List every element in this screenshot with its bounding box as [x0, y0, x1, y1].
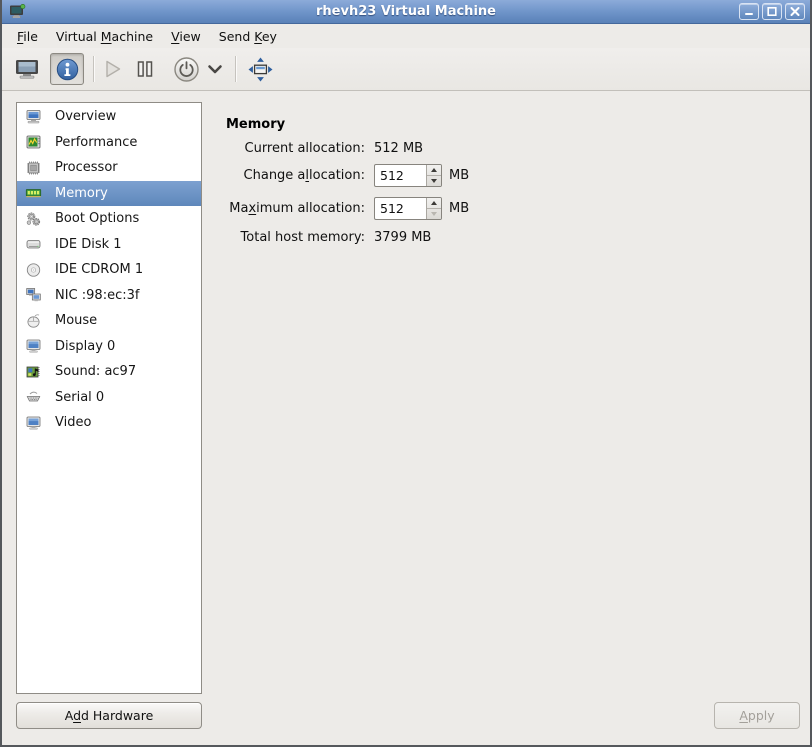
vm-details-window: rhevh23 Virtual Machine File Virtual Mac… — [0, 0, 812, 747]
toolbar-separator — [235, 56, 236, 82]
sidebar-item-label: Overview — [55, 109, 116, 124]
sidebar-item-label: NIC :98:ec:3f — [55, 288, 139, 303]
change-allocation-label: Change allocation: — [224, 168, 365, 183]
menu-view[interactable]: View — [162, 24, 210, 48]
sidebar-item-label: Video — [55, 415, 91, 430]
sidebar-item-video[interactable]: Video — [17, 410, 201, 436]
toolbar — [2, 48, 810, 91]
sidebar-item-memory[interactable]: Memory — [17, 181, 201, 207]
sidebar-item-label: Sound: ac97 — [55, 364, 136, 379]
menu-send-key[interactable]: Send Key — [210, 24, 286, 48]
window-title: rhevh23 Virtual Machine — [2, 4, 810, 19]
sidebar-item-label: Processor — [55, 160, 118, 175]
sidebar-item-label: Performance — [55, 135, 137, 150]
maximum-allocation-row: Maximum allocation: MB — [224, 195, 469, 221]
sidebar-item-label: Memory — [55, 186, 108, 201]
console-icon[interactable] — [14, 56, 40, 82]
gears-icon — [24, 210, 42, 227]
sidebar-item-boot-options[interactable]: Boot Options — [17, 206, 201, 232]
change-allocation-input[interactable] — [375, 165, 426, 186]
sidebar-item-nic[interactable]: NIC :98:ec:3f — [17, 283, 201, 309]
video-display-icon — [24, 414, 42, 431]
spin-down-icon[interactable] — [427, 176, 441, 186]
chevron-down-icon[interactable] — [205, 59, 225, 79]
details-info-icon[interactable] — [50, 53, 84, 85]
sidebar-item-performance[interactable]: Performance — [17, 130, 201, 156]
apply-button[interactable]: Apply — [714, 702, 800, 729]
current-allocation-row: Current allocation: 512 MB — [224, 139, 423, 157]
sidebar-item-label: Serial 0 — [55, 390, 104, 405]
sidebar-item-label: Display 0 — [55, 339, 115, 354]
menu-file[interactable]: File — [8, 24, 47, 48]
toolbar-separator — [93, 56, 94, 82]
change-allocation-spinner — [374, 164, 442, 187]
total-host-memory-label: Total host memory: — [224, 230, 365, 245]
vm-window-icon — [9, 4, 26, 20]
sidebar-item-ide-disk-1[interactable]: IDE Disk 1 — [17, 232, 201, 258]
menubar: File Virtual Machine View Send Key — [2, 24, 810, 48]
sidebar-item-label: Boot Options — [55, 211, 139, 226]
sidebar-item-label: IDE CDROM 1 — [55, 262, 143, 277]
total-host-memory-value: 3799 MB — [374, 230, 431, 245]
fullscreen-icon[interactable] — [247, 56, 274, 83]
current-allocation-value: 512 MB — [374, 141, 423, 156]
sidebar-item-serial-0[interactable]: Serial 0 — [17, 385, 201, 411]
change-allocation-row: Change allocation: MB — [224, 162, 469, 188]
serial-port-icon — [24, 389, 42, 406]
sidebar-item-overview[interactable]: Overview — [17, 104, 201, 130]
details-content: Overview Performance Processor Memory Bo… — [2, 91, 810, 745]
sidebar-item-mouse[interactable]: Mouse — [17, 308, 201, 334]
computer-icon — [24, 108, 42, 125]
titlebar[interactable]: rhevh23 Virtual Machine — [2, 0, 810, 24]
maximum-allocation-unit: MB — [449, 201, 469, 216]
close-icon[interactable] — [785, 3, 805, 20]
add-hardware-button[interactable]: Add Hardware — [16, 702, 202, 729]
page-title: Memory — [226, 117, 285, 132]
hardware-list: Overview Performance Processor Memory Bo… — [16, 102, 202, 694]
minimize-icon[interactable] — [739, 3, 759, 20]
maximum-allocation-input[interactable] — [375, 198, 426, 219]
network-icon — [24, 287, 42, 304]
maximize-icon[interactable] — [762, 3, 782, 20]
sidebar-item-label: IDE Disk 1 — [55, 237, 122, 252]
maximum-allocation-label: Maximum allocation: — [224, 201, 365, 216]
display-icon — [24, 338, 42, 355]
sidebar-item-ide-cdrom-1[interactable]: IDE CDROM 1 — [17, 257, 201, 283]
menu-virtual-machine[interactable]: Virtual Machine — [47, 24, 162, 48]
mouse-icon — [24, 312, 42, 329]
spin-up-icon[interactable] — [427, 198, 441, 209]
spin-up-icon[interactable] — [427, 165, 441, 176]
sidebar-item-sound[interactable]: Sound: ac97 — [17, 359, 201, 385]
sound-card-icon — [24, 363, 42, 380]
ram-icon — [24, 185, 42, 202]
pause-icon[interactable] — [133, 57, 157, 81]
maximum-allocation-spinner — [374, 197, 442, 220]
sidebar-item-display-0[interactable]: Display 0 — [17, 334, 201, 360]
change-allocation-unit: MB — [449, 168, 469, 183]
sidebar-item-label: Mouse — [55, 313, 97, 328]
cdrom-disc-icon — [24, 261, 42, 278]
total-host-memory-row: Total host memory: 3799 MB — [224, 228, 431, 246]
hard-disk-icon — [24, 236, 42, 253]
performance-chart-icon — [24, 134, 42, 151]
shutdown-power-icon[interactable] — [173, 56, 200, 83]
cpu-chip-icon — [24, 159, 42, 176]
run-play-icon[interactable] — [100, 57, 124, 81]
current-allocation-label: Current allocation: — [224, 141, 365, 156]
spin-down-icon[interactable] — [427, 209, 441, 219]
sidebar-item-processor[interactable]: Processor — [17, 155, 201, 181]
